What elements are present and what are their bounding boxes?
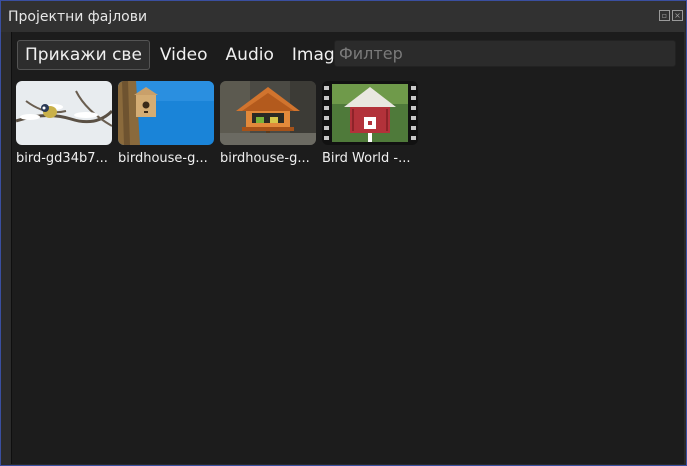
tab-show-all[interactable]: Прикажи све	[17, 40, 150, 70]
file-name: bird-gd34b7...	[16, 151, 108, 166]
file-thumbnail	[220, 81, 316, 145]
file-thumbnail	[118, 81, 214, 145]
title-bar[interactable]: Пројектни фајлови ▫ ×	[1, 1, 685, 32]
window-buttons: ▫ ×	[659, 10, 683, 21]
file-name: birdhouse-g...	[220, 151, 310, 166]
file-thumbnail	[322, 81, 418, 145]
float-icon[interactable]: ▫	[659, 10, 670, 21]
close-icon[interactable]: ×	[672, 10, 683, 21]
file-item[interactable]: Bird World -...	[322, 81, 418, 166]
type-filter-tabs: Прикажи све Video Audio Image	[17, 40, 355, 70]
file-name: Bird World -...	[322, 151, 411, 166]
file-thumbnail	[16, 81, 112, 145]
file-name: birdhouse-g...	[118, 151, 208, 166]
dock-edge	[1, 32, 11, 464]
file-item[interactable]: birdhouse-g...	[220, 81, 316, 166]
window-title: Пројектни фајлови	[8, 9, 148, 25]
files-panel: Прикажи све Video Audio Image Филтер bir…	[11, 32, 684, 464]
file-item[interactable]: bird-gd34b7...	[16, 81, 112, 166]
tab-audio[interactable]: Audio	[218, 40, 282, 70]
tab-video[interactable]: Video	[152, 40, 216, 70]
file-item[interactable]: birdhouse-g...	[118, 81, 214, 166]
filter-input[interactable]	[334, 40, 676, 67]
file-grid: bird-gd34b7... birdhouse-g... birdhouse-…	[16, 81, 418, 166]
